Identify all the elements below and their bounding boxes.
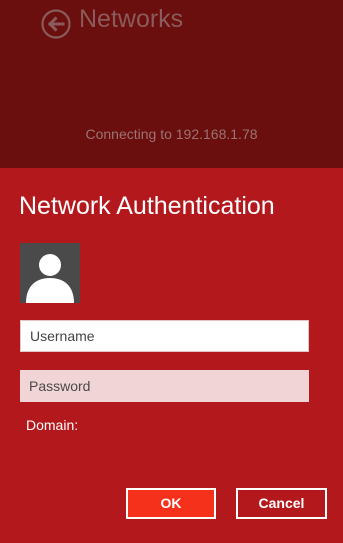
back-button[interactable] [40,8,72,40]
back-arrow-icon [41,9,71,39]
user-silhouette-icon [26,254,74,303]
ok-button[interactable]: OK [126,488,216,519]
background-panel: Networks Connecting to 192.168.1.78 [0,0,343,168]
page-title: Networks [79,5,184,33]
avatar [20,243,80,303]
network-authentication-dialog: Network Authentication Domain: OK Cancel [0,168,343,543]
dialog-title: Network Authentication [19,192,275,220]
password-field[interactable] [20,370,309,402]
cancel-button[interactable]: Cancel [236,488,327,519]
domain-label: Domain: [26,417,79,433]
connection-status-text: Connecting to 192.168.1.78 [85,126,258,142]
username-field[interactable] [20,320,309,352]
